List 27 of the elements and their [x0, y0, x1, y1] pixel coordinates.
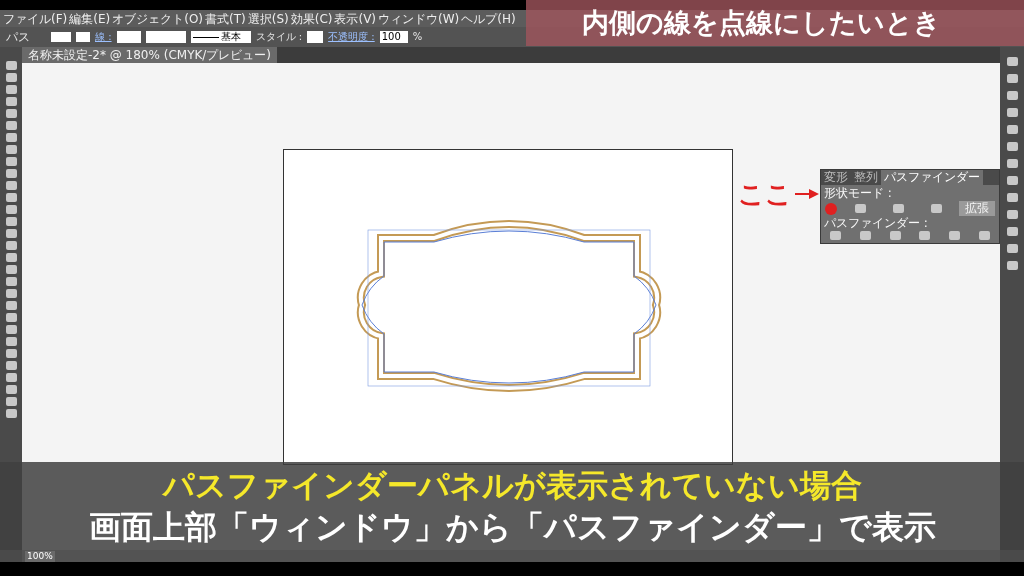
style-label: スタイル :: [255, 32, 303, 42]
menu-item[interactable]: ウィンドウ(W): [378, 12, 460, 25]
menu-item[interactable]: ヘルプ(H): [461, 12, 516, 25]
panel-tab[interactable]: パスファインダー: [881, 170, 983, 185]
opacity-field[interactable]: 100: [379, 31, 408, 43]
title-caption: 内側の線を点線にしたいとき: [582, 5, 941, 40]
menu-item[interactable]: ファイル(F): [3, 12, 68, 25]
menu-item[interactable]: 書式(T): [205, 12, 246, 25]
menu-item[interactable]: オブジェクト(O): [112, 12, 204, 25]
selection-label: パス: [6, 31, 31, 43]
menu-item[interactable]: 選択(S): [247, 12, 289, 25]
stroke-label[interactable]: 線 :: [95, 32, 112, 42]
caption-line: 画面上部「ウィンドウ」から「パスファインダー」で表示: [88, 507, 936, 548]
caption-line: パスファインダーパネルが表示されていない場合: [162, 466, 862, 505]
menu-item[interactable]: 効果(C): [290, 12, 333, 25]
menu-item[interactable]: 編集(E): [69, 12, 111, 25]
pathfinders-label: パスファインダー :: [824, 216, 928, 230]
annotation-label: ここ: [738, 181, 792, 207]
brush-field[interactable]: 基本: [190, 31, 251, 43]
panel-tab[interactable]: 変形: [821, 170, 851, 185]
document-tab[interactable]: 名称未設定-2* @ 180% (CMYK/プレビュー): [22, 47, 278, 63]
zoom-field[interactable]: 100%: [25, 550, 55, 562]
opacity-unit: %: [412, 32, 423, 42]
menu-item[interactable]: 表示(V): [334, 12, 377, 25]
panel-tab[interactable]: 整列: [851, 170, 881, 185]
shape-modes-label: 形状モード :: [824, 186, 892, 200]
opacity-label[interactable]: 不透明度 :: [328, 32, 375, 42]
